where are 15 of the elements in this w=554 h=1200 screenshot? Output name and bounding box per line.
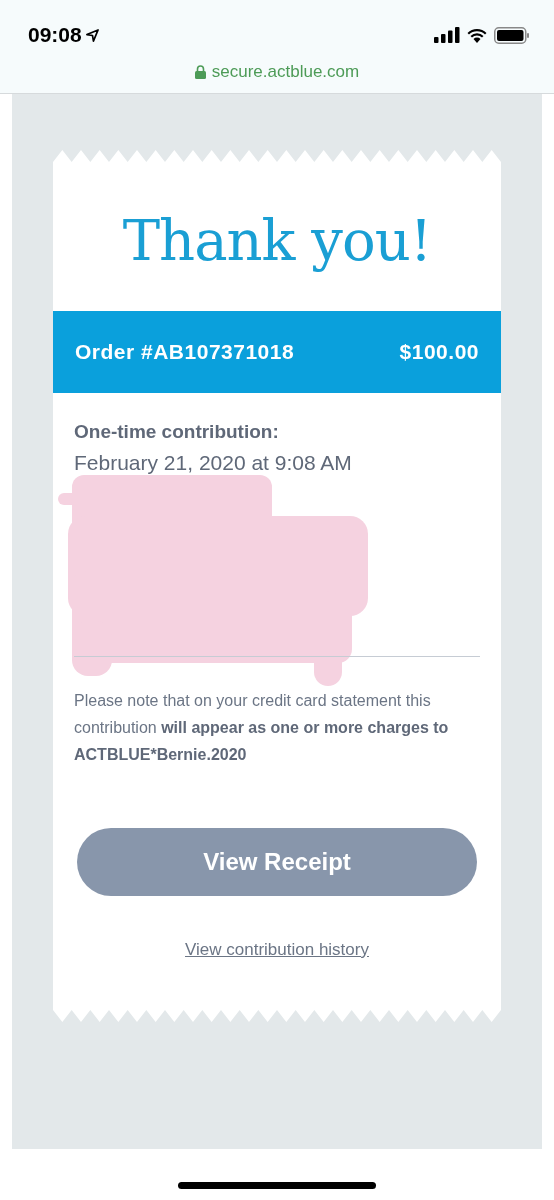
clock-time: 09:08: [28, 23, 82, 47]
order-number: Order #AB107371018: [75, 340, 295, 364]
statement-note: Please note that on your credit card statement this contribution will appear as one or more charges to ACTBLUE*Bernie.2020: [74, 691, 450, 765]
battery-icon: [494, 26, 530, 44]
wifi-icon: [466, 27, 488, 43]
thank-you-heading: Thank you!: [121, 208, 433, 273]
location-arrow-icon: [85, 28, 99, 42]
contribution-date: February 21, 2020 at 9:08 AM: [74, 451, 353, 475]
contribution-label: One-time contribution:: [74, 421, 280, 443]
lock-icon: [194, 65, 206, 79]
view-receipt-button[interactable]: View Receipt: [77, 828, 477, 896]
address-url[interactable]: secure.actblue.com: [211, 62, 360, 82]
signal-icon: [434, 27, 460, 43]
contribution-history-link[interactable]: View contribution history: [185, 940, 369, 960]
order-amount: $100.00: [399, 340, 479, 364]
